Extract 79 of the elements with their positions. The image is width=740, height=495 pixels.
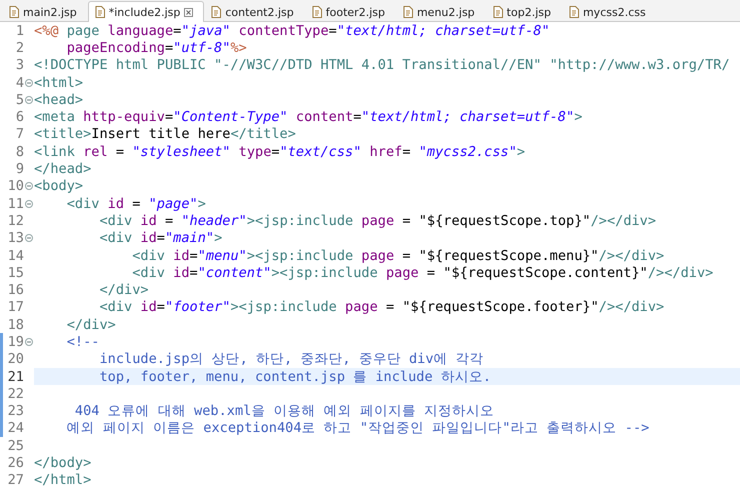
file-icon <box>568 6 579 18</box>
line-number: 27 <box>6 472 24 488</box>
file-icon <box>9 6 19 18</box>
file-icon <box>211 6 222 18</box>
line-number: 20 <box>6 351 24 368</box>
line-number: 16 <box>6 282 24 298</box>
line-number: 14 <box>6 248 24 264</box>
line-number: 15 <box>6 264 24 281</box>
code-line: <html> <box>34 74 84 92</box>
line-number: 7 <box>14 126 24 142</box>
code-line: </div> <box>66 316 117 334</box>
code-line: </html> <box>34 472 92 490</box>
code-line: <!-- <box>66 333 100 351</box>
editor-tab[interactable]: footer2.jsp <box>304 1 396 22</box>
collapse-icon[interactable] <box>25 96 33 104</box>
line-number: 21 <box>6 368 24 385</box>
tab-label: footer2.jsp <box>326 6 385 18</box>
line-number: 1 <box>14 22 24 39</box>
code-line: <div id="menu"><jsp:include page = "${requestScope.menu}"/></div> <box>131 246 666 264</box>
tab-label: main2.jsp <box>23 6 77 18</box>
tab-label: top2.jsp <box>506 6 551 18</box>
collapse-icon[interactable] <box>25 234 33 242</box>
line-number: 11 <box>6 196 24 212</box>
close-icon[interactable] <box>184 8 194 16</box>
code-line: <meta http-equiv="Content-Type" content="text/html; charset=utf-8"> <box>34 108 584 126</box>
code-line: </div> <box>98 281 150 299</box>
collapse-icon[interactable] <box>25 78 33 87</box>
tab-label: mycss2.css <box>582 6 646 18</box>
code-line: <div id="main"> <box>98 230 224 247</box>
code-line: <!DOCTYPE html PUBLIC "-//W3C//DTD HTML 4.01 Transitional//EN" "http://www.w3.org/TR/ <box>34 56 731 74</box>
code-line: <%@ page language="java" contentType="text/html; charset=utf-8" <box>34 22 551 40</box>
code-line: <div id = "page"> <box>66 194 207 212</box>
file-icon <box>492 6 503 18</box>
line-number: 10 <box>6 178 24 194</box>
code-line: <div id="footer"><jsp:include page = "${requestScope.footer}"/></div> <box>98 298 666 316</box>
line-number: 2 <box>14 40 24 56</box>
line-number: 8 <box>14 144 24 160</box>
editor-tab[interactable]: mycss2.css <box>562 1 657 22</box>
code-line: <body> <box>34 178 84 195</box>
code-line: </head> <box>34 160 92 178</box>
line-number: 24 <box>6 420 24 436</box>
line-number: 17 <box>6 299 24 316</box>
line-number: 26 <box>6 455 24 472</box>
editor-tab[interactable]: main2.jsp <box>2 1 88 22</box>
editor-tab[interactable]: content2.jsp <box>204 1 305 22</box>
collapse-icon[interactable] <box>25 338 33 346</box>
line-number: 4 <box>14 74 24 91</box>
code-line: 404 오류에 대해 web.xml을 이용해 예외 페이지를 지정하시오 <box>74 402 496 420</box>
code-line: <title>Insert title here</title> <box>34 126 297 144</box>
line-number: 5 <box>14 92 24 108</box>
code-line: <div id = "header"><jsp:include page = "${requestScope.top}"/></div> <box>98 212 658 230</box>
code-line: pageEncoding="utf-8"%> <box>66 39 248 57</box>
line-number: 6 <box>14 109 24 126</box>
line-number: 9 <box>14 161 24 178</box>
file-icon <box>312 6 322 18</box>
editor-tab[interactable]: top2.jsp <box>486 1 562 22</box>
line-number: 18 <box>6 316 24 333</box>
code-line: include.jsp의 상단, 하단, 중좌단, 중우단 div에 각각 <box>98 350 485 368</box>
code-line: <link rel = "stylesheet" type="text/css" href= "mycss2.css"> <box>34 143 526 160</box>
collapse-icon[interactable] <box>25 200 33 208</box>
code-line: </body> <box>34 454 92 472</box>
code-line: <head> <box>34 91 84 108</box>
line-number: 3 <box>14 57 24 74</box>
line-number: 12 <box>6 212 24 229</box>
line-number: 13 <box>6 230 24 246</box>
line-number: 25 <box>6 438 24 454</box>
code-line: 예외 페이지 이름은 exception404로 하고 "작업중인 파일입니다"라고 출력하시오 --> <box>66 420 650 438</box>
tab-label: content2.jsp <box>225 6 294 18</box>
line-number: 19 <box>6 334 24 350</box>
editor-tab[interactable]: *include2.jsp <box>88 1 204 22</box>
editor-tab[interactable]: menu2.jsp <box>396 1 486 22</box>
line-number: 22 <box>6 386 24 402</box>
file-icon <box>94 6 105 18</box>
file-icon <box>402 6 413 18</box>
line-number: 23 <box>6 403 24 420</box>
code-line: <div id="content"><jsp:include page = "${requestScope.content}"/></div> <box>131 264 714 282</box>
collapse-icon[interactable] <box>25 182 33 190</box>
tab-label: *include2.jsp <box>108 6 180 18</box>
tab-label: menu2.jsp <box>416 6 475 18</box>
